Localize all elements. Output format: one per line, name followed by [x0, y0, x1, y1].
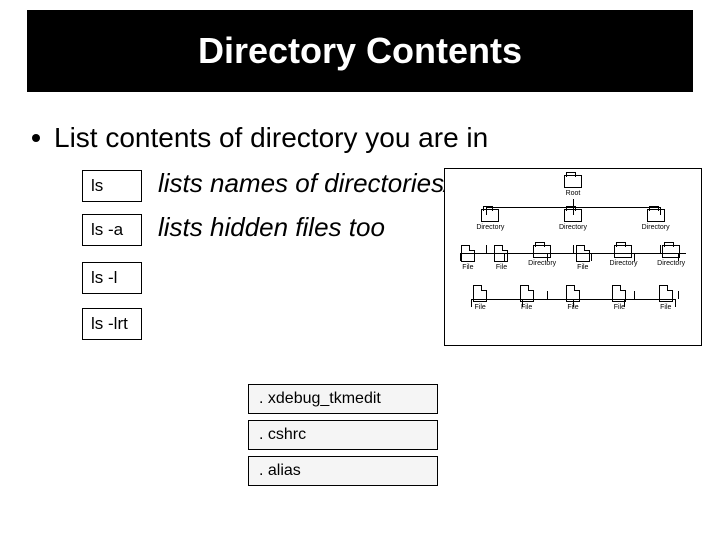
directory-tree-diagram: Root Directory Directory Directory File … — [444, 168, 702, 346]
folder-icon — [533, 245, 551, 258]
tree-file: File — [659, 285, 673, 311]
tree-label: File — [660, 304, 671, 311]
file-icon — [473, 285, 487, 302]
tree-label: File — [577, 264, 588, 271]
tree-dir: Directory — [559, 209, 587, 231]
tree-file: File — [612, 285, 626, 311]
desc-ls-a: lists hidden files too — [158, 212, 385, 243]
slide-title: Directory Contents — [198, 30, 522, 72]
tree-label: Directory — [559, 224, 587, 231]
tree-file: File — [461, 245, 475, 271]
tree-file: File — [473, 285, 487, 311]
folder-icon — [647, 209, 665, 222]
bullet-icon — [32, 134, 40, 142]
tree-root: Root — [564, 175, 582, 197]
tree-file: File — [494, 245, 508, 271]
bullet-text: List contents of directory you are in — [54, 122, 488, 154]
tree-file: File — [576, 245, 590, 271]
file-icon — [659, 285, 673, 302]
command-ls-lrt: ls -lrt — [82, 308, 142, 340]
tree-label: File — [475, 304, 486, 311]
tree-label: File — [496, 264, 507, 271]
folder-icon — [564, 175, 582, 188]
folder-icon — [614, 245, 632, 258]
tree-label: Directory — [657, 260, 685, 267]
file-icon — [612, 285, 626, 302]
folder-icon — [564, 209, 582, 222]
hidden-file-1: . xdebug_tkmedit — [248, 384, 438, 414]
main-bullet: List contents of directory you are in — [32, 122, 488, 154]
file-icon — [566, 285, 580, 302]
folder-icon — [481, 209, 499, 222]
command-ls: ls — [82, 170, 142, 202]
file-icon — [576, 245, 590, 262]
file-icon — [461, 245, 475, 262]
tree-dir: Directory — [528, 245, 556, 271]
command-ls-a: ls -a — [82, 214, 142, 246]
tree-label: Directory — [528, 260, 556, 267]
tree-dir: Directory — [476, 209, 504, 231]
tree-file: File — [520, 285, 534, 311]
tree-label: File — [462, 264, 473, 271]
tree-file: File — [566, 285, 580, 311]
tree-label: File — [521, 304, 532, 311]
file-icon — [520, 285, 534, 302]
tree-dir: Directory — [642, 209, 670, 231]
tree-label: File — [567, 304, 578, 311]
tree-label: File — [614, 304, 625, 311]
command-ls-l: ls -l — [82, 262, 142, 294]
folder-icon — [662, 245, 680, 258]
title-bar: Directory Contents — [27, 10, 693, 92]
tree-label: Directory — [642, 224, 670, 231]
tree-label: Directory — [609, 260, 637, 267]
tree-root-label: Root — [566, 190, 581, 197]
tree-dir: Directory — [609, 245, 637, 271]
hidden-file-3: . alias — [248, 456, 438, 486]
tree-label: Directory — [476, 224, 504, 231]
tree-dir: Directory — [657, 245, 685, 271]
hidden-file-2: . cshrc — [248, 420, 438, 450]
file-icon — [494, 245, 508, 262]
